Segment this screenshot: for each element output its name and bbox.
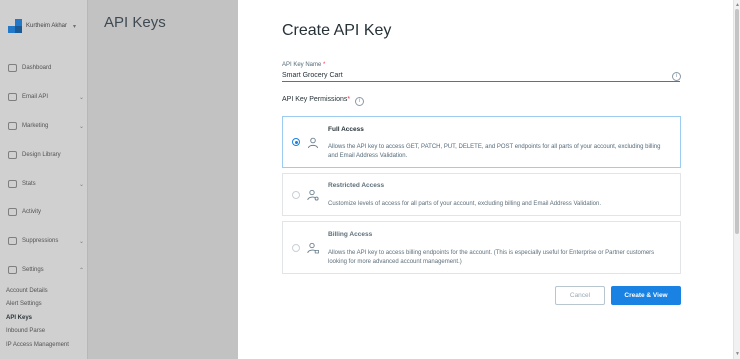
option-description: Customize levels of access for all parts… [328, 201, 602, 207]
user-billing-icon [307, 242, 319, 254]
scroll-down-icon[interactable]: ▼ [735, 351, 740, 357]
radio-restricted-access[interactable] [292, 191, 300, 199]
required-mark: * [323, 62, 326, 68]
option-title: Restricted Access [328, 182, 385, 189]
create-and-view-button[interactable]: Create & View [611, 286, 681, 305]
api-key-name-label: API Key Name * [282, 62, 325, 68]
scrollbar-thumb[interactable] [735, 9, 739, 234]
api-key-name-label-text: API Key Name [282, 62, 322, 68]
page-scrollbar[interactable]: ▲ ▼ [733, 0, 740, 359]
scroll-up-icon[interactable]: ▲ [735, 2, 740, 8]
option-title: Billing Access [328, 231, 373, 238]
option-description: Allows the API key to access billing end… [328, 250, 655, 265]
permissions-label-text: API Key Permissions [282, 96, 348, 103]
permissions-label: API Key Permissions* i [282, 96, 365, 106]
cancel-button[interactable]: Cancel [555, 286, 605, 305]
permission-option-full-access[interactable]: Full Access Allows the API key to access… [282, 116, 681, 168]
option-title: Full Access [328, 126, 364, 133]
create-api-key-modal: Create API Key API Key Name * i API Key … [238, 0, 733, 359]
modal-title: Create API Key [282, 22, 392, 39]
required-mark: * [347, 96, 351, 103]
permission-option-restricted-access[interactable]: Restricted Access Customize levels of ac… [282, 173, 681, 216]
radio-billing-access[interactable] [292, 244, 300, 252]
radio-full-access[interactable] [292, 138, 300, 146]
user-settings-icon [307, 189, 319, 201]
info-icon[interactable]: i [672, 72, 681, 81]
permission-option-billing-access[interactable]: Billing Access Allows the API key to acc… [282, 221, 681, 274]
api-key-name-input[interactable] [282, 69, 680, 82]
user-icon [308, 137, 318, 149]
option-description: Allows the API key to access GET, PATCH,… [328, 144, 661, 159]
info-icon[interactable]: i [355, 97, 365, 106]
